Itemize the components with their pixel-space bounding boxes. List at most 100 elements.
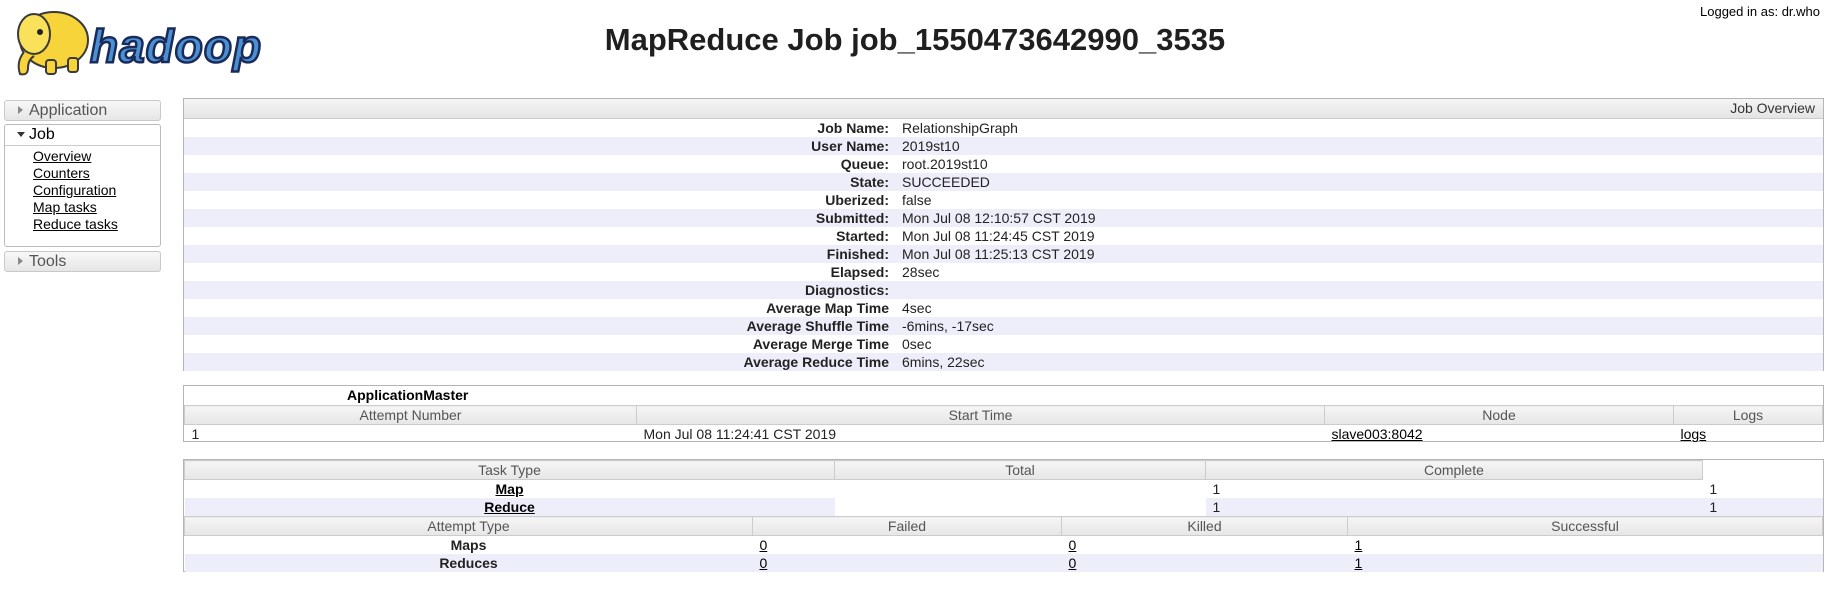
nav-link-overview[interactable]: Overview xyxy=(33,148,91,164)
column-header[interactable]: Task Type xyxy=(184,460,835,480)
overview-value: 28sec xyxy=(902,264,940,280)
overview-label: Queue: xyxy=(840,156,889,172)
column-header[interactable]: Complete xyxy=(1205,460,1703,480)
column-header[interactable]: Successful xyxy=(1347,516,1823,536)
logs-link[interactable]: logs xyxy=(1681,426,1707,442)
overview-value: 6mins, 22sec xyxy=(902,354,985,370)
nav-job-label: Job xyxy=(29,126,55,143)
overview-label: State: xyxy=(850,174,889,190)
chevron-right-icon xyxy=(18,257,23,265)
overview-label: Submitted: xyxy=(815,210,889,226)
overview-value: Mon Jul 08 12:10:57 CST 2019 xyxy=(902,210,1096,226)
job-links: Overview Counters Configuration Map task… xyxy=(5,148,160,233)
reduce-total: 1 xyxy=(1205,498,1703,516)
reduces-killed-link[interactable]: 0 xyxy=(1069,555,1077,571)
overview-row: Submitted: Mon Jul 08 12:10:57 CST 2019 xyxy=(184,209,1823,227)
overview-row: Average Reduce Time 6mins, 22sec xyxy=(184,353,1823,371)
nav-application-label: Application xyxy=(29,102,108,119)
table-row: 1 Mon Jul 08 11:24:41 CST 2019 slave003:… xyxy=(185,425,1823,444)
overview-value: RelationshipGraph xyxy=(902,120,1018,136)
nav-link-counters[interactable]: Counters xyxy=(33,165,90,181)
map-complete: 1 xyxy=(1709,480,1718,497)
overview-value: false xyxy=(902,192,932,208)
overview-value: Mon Jul 08 11:25:13 CST 2019 xyxy=(902,246,1095,262)
application-master-panel: ApplicationMaster Attempt Number Start T… xyxy=(183,385,1824,442)
overview-value: -6mins, -17sec xyxy=(902,318,994,334)
table-row: Reduces 0 0 1 xyxy=(184,554,1823,572)
overview-row: Job Name: RelationshipGraph xyxy=(184,119,1823,137)
chevron-right-icon xyxy=(18,106,23,114)
attempt-start-time: Mon Jul 08 11:24:41 CST 2019 xyxy=(643,426,837,442)
overview-row: Started: Mon Jul 08 11:24:45 CST 2019 xyxy=(184,227,1823,245)
overview-row: Average Merge Time 0sec xyxy=(184,335,1823,353)
overview-label: Average Merge Time xyxy=(752,336,889,352)
table-row: Reduce 1 1 xyxy=(184,498,1823,516)
nav-job[interactable]: Job xyxy=(5,125,160,146)
attempt-type: Maps xyxy=(450,537,487,553)
overview-value: 2019st10 xyxy=(902,138,960,154)
column-header[interactable]: Start Time xyxy=(636,405,1325,425)
overview-value: root.2019st10 xyxy=(902,156,988,172)
overview-label: User Name: xyxy=(811,138,889,154)
overview-row: Finished: Mon Jul 08 11:25:13 CST 2019 xyxy=(184,245,1823,263)
reduce-complete: 1 xyxy=(1702,498,1823,516)
column-header[interactable]: Total xyxy=(834,460,1206,480)
table-row: Maps 0 0 1 xyxy=(185,536,1823,555)
node-link[interactable]: slave003:8042 xyxy=(1332,426,1423,442)
maps-killed-link[interactable]: 0 xyxy=(1069,537,1077,553)
tasks-panel: Task Type Total Complete Map 1 1 Reduce … xyxy=(183,459,1824,572)
overview-row: State: SUCCEEDED xyxy=(184,173,1823,191)
nav-link-map-tasks[interactable]: Map tasks xyxy=(33,199,97,215)
sidebar-nav: Application Job Overview Counters Config… xyxy=(4,100,161,272)
nav-link-configuration[interactable]: Configuration xyxy=(33,182,116,198)
overview-label: Average Reduce Time xyxy=(743,354,889,370)
maps-failed-link[interactable]: 0 xyxy=(760,537,768,553)
overview-value: Mon Jul 08 11:24:45 CST 2019 xyxy=(902,228,1095,244)
job-overview-header: Job Overview xyxy=(184,99,1823,119)
attempt-number: 1 xyxy=(191,426,200,442)
column-header[interactable]: Attempt Type xyxy=(184,516,753,536)
nav-link-reduce-tasks[interactable]: Reduce tasks xyxy=(33,216,118,232)
reduces-failed-link[interactable]: 0 xyxy=(760,555,768,571)
overview-label: Diagnostics: xyxy=(804,282,889,298)
overview-row: Elapsed: 28sec xyxy=(184,263,1823,281)
reduce-tasks-link[interactable]: Reduce xyxy=(484,499,535,515)
map-total: 1 xyxy=(1212,481,1221,497)
maps-successful-link[interactable]: 1 xyxy=(1355,537,1363,553)
overview-label: Average Shuffle Time xyxy=(746,318,889,334)
overview-label: Average Map Time xyxy=(766,300,889,316)
overview-row: Queue: root.2019st10 xyxy=(184,155,1823,173)
column-header[interactable]: Logs xyxy=(1673,405,1823,425)
overview-row: Diagnostics: xyxy=(184,281,1823,299)
overview-value: SUCCEEDED xyxy=(902,174,990,190)
overview-label: Job Name: xyxy=(817,120,889,136)
logged-in-user: Logged in as: dr.who xyxy=(1700,4,1820,19)
overview-row: Uberized: false xyxy=(184,191,1823,209)
attempt-type: Reduces xyxy=(184,554,753,572)
nav-application[interactable]: Application xyxy=(4,100,161,121)
reduces-successful-link[interactable]: 1 xyxy=(1355,555,1363,571)
application-master-title: ApplicationMaster xyxy=(347,387,469,403)
map-tasks-link[interactable]: Map xyxy=(496,481,524,497)
overview-row: Average Map Time 4sec xyxy=(184,299,1823,317)
column-header[interactable]: Killed xyxy=(1061,516,1348,536)
overview-label: Finished: xyxy=(826,246,889,262)
nav-tools-label: Tools xyxy=(29,253,67,270)
column-header[interactable]: Failed xyxy=(752,516,1062,536)
table-row: Map 1 1 xyxy=(185,480,1824,499)
overview-value: 4sec xyxy=(902,300,932,316)
application-master-table: Attempt Number Start Time Node Logs 1 Mo… xyxy=(184,405,1823,443)
column-header[interactable]: Attempt Number xyxy=(184,405,637,425)
column-header[interactable]: Node xyxy=(1324,405,1674,425)
attempt-summary-table: Attempt Type Failed Killed Successful Ma… xyxy=(184,516,1823,572)
overview-row: Average Shuffle Time -6mins, -17sec xyxy=(184,317,1823,335)
overview-label: Started: xyxy=(836,228,889,244)
task-summary-table: Task Type Total Complete Map 1 1 Reduce … xyxy=(184,460,1823,516)
header: hadoop MapReduce Job job_1550473642990_3… xyxy=(0,0,1830,90)
overview-label: Uberized: xyxy=(825,192,889,208)
overview-row: User Name: 2019st10 xyxy=(184,137,1823,155)
chevron-down-icon xyxy=(17,132,25,137)
nav-tools[interactable]: Tools xyxy=(4,251,161,272)
job-overview-panel: Job Overview Job Name: RelationshipGraph … xyxy=(183,98,1824,371)
page-title: MapReduce Job job_1550473642990_3535 xyxy=(604,22,1226,57)
